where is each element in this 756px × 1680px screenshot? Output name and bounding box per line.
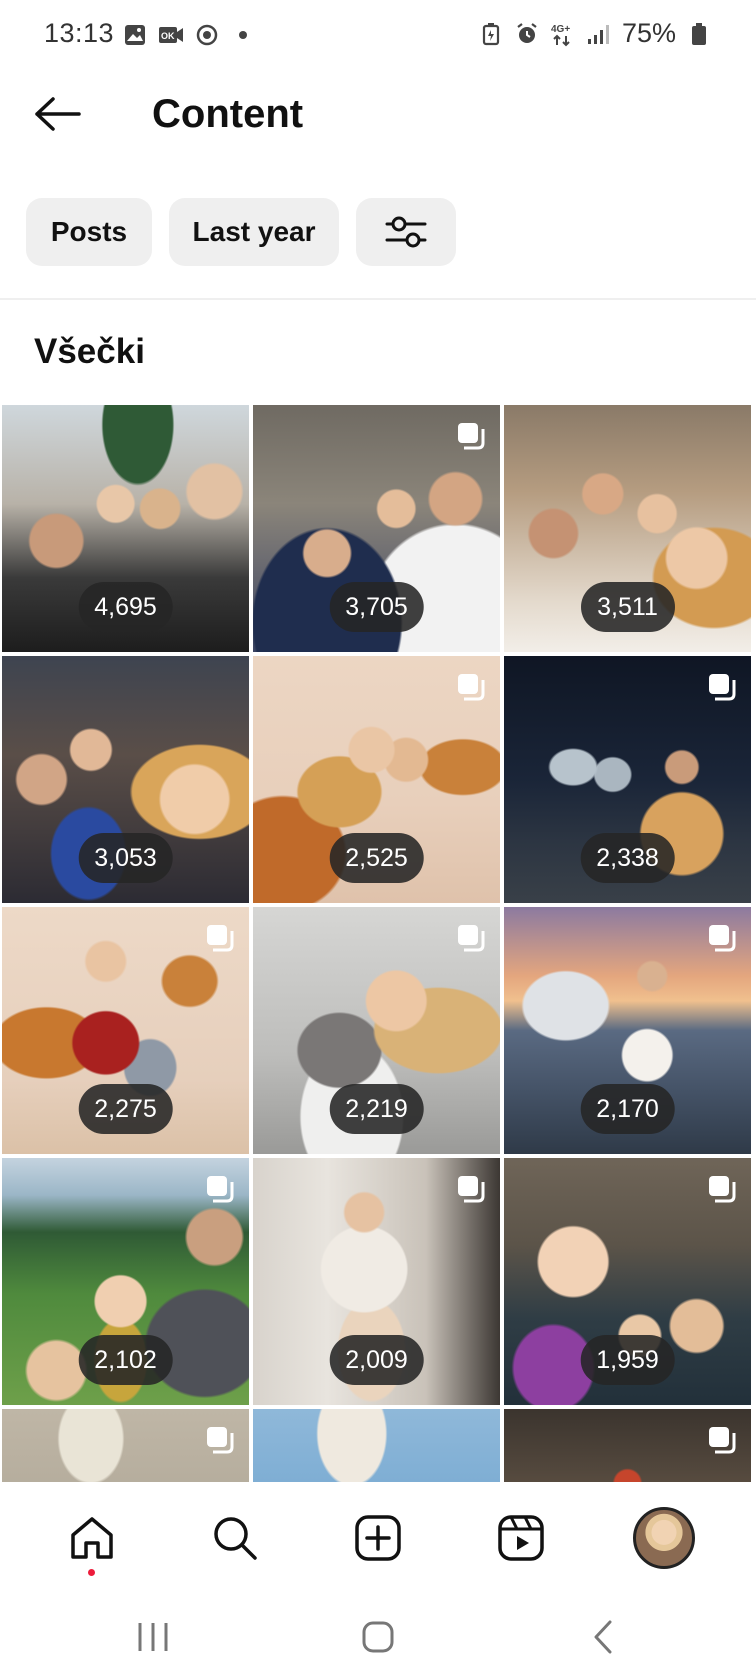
sliders-icon	[385, 216, 427, 248]
post-tile[interactable]	[253, 1409, 500, 1482]
carousel-icon	[456, 672, 486, 702]
reels-icon	[498, 1515, 544, 1561]
nav-create-button[interactable]	[338, 1498, 418, 1578]
recent-apps-button[interactable]	[113, 1607, 193, 1667]
carousel-icon	[707, 923, 737, 953]
post-tile[interactable]: 2,170	[504, 907, 751, 1154]
create-icon	[355, 1515, 401, 1561]
like-count-badge: 3,053	[78, 833, 173, 883]
like-count-badge: 2,219	[329, 1084, 424, 1134]
carousel-icon	[205, 1425, 235, 1455]
post-tile[interactable]: 2,219	[253, 907, 500, 1154]
battery-saver-icon	[478, 21, 504, 47]
battery-icon	[686, 21, 712, 47]
status-system-icons: 4G+ 75%	[478, 18, 712, 49]
page-title: Content	[152, 92, 304, 136]
top-bar: Content	[0, 78, 756, 150]
carousel-icon	[707, 672, 737, 702]
post-tile[interactable]	[504, 1409, 751, 1482]
like-count-badge: 2,170	[580, 1084, 675, 1134]
back-button[interactable]	[30, 88, 86, 140]
home-icon	[70, 1517, 113, 1559]
sync-icon	[194, 22, 220, 48]
post-tile[interactable]: 4,695	[2, 405, 249, 652]
carousel-icon	[205, 1174, 235, 1204]
recent-apps-icon	[138, 1622, 168, 1651]
post-thumbnail	[253, 1409, 500, 1482]
section-title: Všečki	[34, 332, 145, 371]
svg-text:4G+: 4G+	[551, 24, 570, 35]
carousel-icon	[456, 421, 486, 451]
nav-search-button[interactable]	[195, 1498, 275, 1578]
alarm-icon	[514, 21, 540, 47]
post-tile[interactable]: 2,102	[2, 1158, 249, 1405]
bottom-navigation	[0, 1483, 756, 1593]
search-icon	[214, 1517, 257, 1560]
carousel-icon	[707, 1425, 737, 1455]
back-icon	[594, 1620, 612, 1653]
notification-dot	[88, 1569, 96, 1576]
more-notifications-dot-icon	[230, 22, 256, 48]
like-count-badge: 2,338	[580, 833, 675, 883]
time-period-filter-button[interactable]: Last year	[169, 198, 339, 266]
like-count-badge: 2,275	[78, 1084, 173, 1134]
battery-percentage: 75%	[621, 18, 676, 48]
signal-icon	[586, 21, 612, 47]
content-grid: 4,695 3,705 3,511 3,053 2,525 2,338 2,27…	[2, 405, 754, 1482]
arrow-left-icon	[35, 97, 81, 131]
post-tile[interactable]: 2,525	[253, 656, 500, 903]
filter-bar: Posts Last year	[26, 198, 456, 266]
post-tile[interactable]: 2,275	[2, 907, 249, 1154]
nav-reels-button[interactable]	[481, 1498, 561, 1578]
like-count-badge: 2,525	[329, 833, 424, 883]
post-tile[interactable]: 3,511	[504, 405, 751, 652]
status-bar: 13:13 OK 4G+ 75%	[0, 0, 756, 72]
status-notification-icons: OK	[122, 22, 256, 48]
nav-home-button[interactable]	[52, 1498, 132, 1578]
carousel-icon	[456, 923, 486, 953]
nav-profile-button[interactable]	[624, 1498, 704, 1578]
like-count-badge: 1,959	[580, 1335, 675, 1385]
post-tile[interactable]	[2, 1409, 249, 1482]
system-back-button[interactable]	[563, 1607, 643, 1667]
video-call-icon: OK	[158, 22, 184, 48]
status-time: 13:13	[44, 18, 115, 48]
like-count-badge: 2,009	[329, 1335, 424, 1385]
post-tile[interactable]: 3,705	[253, 405, 500, 652]
filter-settings-button[interactable]	[356, 198, 456, 266]
like-count-badge: 2,102	[78, 1335, 173, 1385]
post-tile[interactable]: 3,053	[2, 656, 249, 903]
system-navigation-bar	[0, 1593, 756, 1680]
gallery-icon	[122, 22, 148, 48]
system-home-button[interactable]	[338, 1607, 418, 1667]
network-type-icon: 4G+	[550, 21, 576, 47]
content-type-filter-button[interactable]: Posts	[26, 198, 152, 266]
post-tile[interactable]: 1,959	[504, 1158, 751, 1405]
carousel-icon	[456, 1174, 486, 1204]
carousel-icon	[205, 923, 235, 953]
like-count-badge: 3,705	[329, 582, 424, 632]
avatar	[633, 1507, 696, 1569]
home-button-icon	[362, 1621, 394, 1652]
post-tile[interactable]: 2,338	[504, 656, 751, 903]
divider	[0, 298, 756, 300]
like-count-badge: 4,695	[78, 582, 173, 632]
like-count-badge: 3,511	[580, 582, 675, 632]
carousel-icon	[707, 1174, 737, 1204]
svg-text:OK: OK	[161, 31, 175, 41]
post-tile[interactable]: 2,009	[253, 1158, 500, 1405]
